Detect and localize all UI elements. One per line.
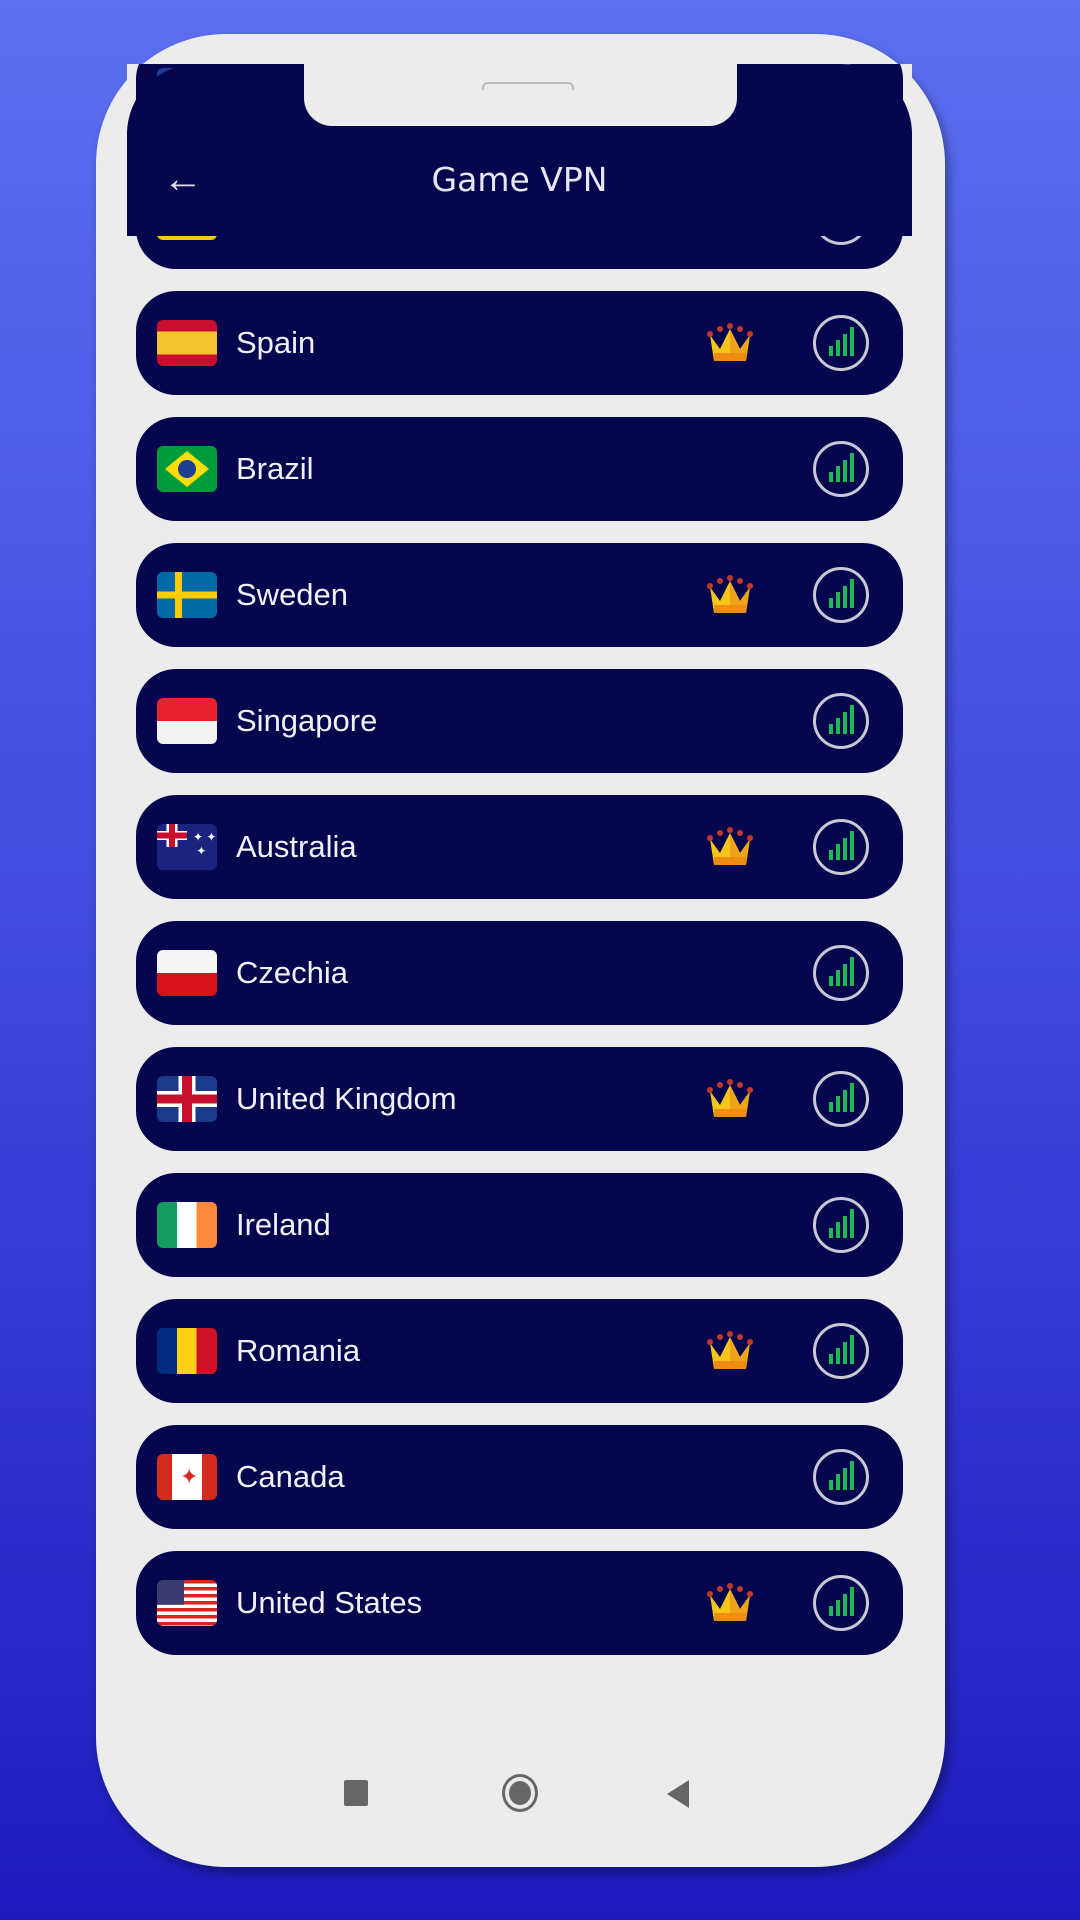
back-triangle-icon[interactable] (667, 1780, 689, 1808)
signal-strength-icon[interactable] (813, 945, 869, 1001)
server-name: Spain (236, 325, 316, 360)
server-name: Czechia (236, 955, 348, 990)
server-row-ro[interactable]: Romania (136, 1299, 903, 1403)
crown-premium-icon (707, 827, 753, 865)
signal-strength-icon[interactable] (813, 315, 869, 371)
server-name: Brazil (236, 451, 314, 486)
flag-se-icon (157, 572, 217, 618)
signal-strength-icon[interactable] (813, 441, 869, 497)
app-header: ← Game VPN (127, 64, 912, 236)
flag-cz-icon (157, 950, 217, 996)
crown-premium-icon (707, 575, 753, 613)
flag-es-icon (157, 320, 217, 366)
server-row-cz[interactable]: Czechia (136, 921, 903, 1025)
crown-premium-icon (707, 1583, 753, 1621)
recents-square-icon[interactable] (344, 1780, 368, 1806)
system-nav-bar (127, 1738, 912, 1838)
server-name: Sweden (236, 577, 349, 612)
flag-br-icon (157, 446, 217, 492)
server-name: Ireland (236, 1207, 331, 1242)
page-title: Game VPN (431, 160, 608, 199)
screen: France Ukraine Spain Brazil Sweden Singa… (127, 64, 912, 1738)
flag-ie-icon (157, 1202, 217, 1248)
server-name: United States (236, 1585, 423, 1620)
server-row-ie[interactable]: Ireland (136, 1173, 903, 1277)
signal-strength-icon[interactable] (813, 1575, 869, 1631)
flag-ca-icon: ✦ (157, 1454, 217, 1500)
server-name: Australia (236, 829, 357, 864)
server-row-ca[interactable]: ✦ Canada (136, 1425, 903, 1529)
server-row-br[interactable]: Brazil (136, 417, 903, 521)
signal-strength-icon[interactable] (813, 819, 869, 875)
server-row-au[interactable]: ✦ ✦ ✦ Australia (136, 795, 903, 899)
server-row-se[interactable]: Sweden (136, 543, 903, 647)
server-name: Canada (236, 1459, 345, 1494)
crown-premium-icon (707, 323, 753, 361)
flag-gb-icon (157, 1076, 217, 1122)
server-name: Singapore (236, 703, 378, 738)
signal-strength-icon[interactable] (813, 1449, 869, 1505)
flag-au-icon: ✦ ✦ ✦ (157, 824, 217, 870)
flag-us-icon (157, 1580, 217, 1626)
home-circle-icon[interactable] (502, 1774, 538, 1812)
server-row-sg[interactable]: Singapore (136, 669, 903, 773)
speaker (482, 82, 574, 90)
crown-premium-icon (707, 1079, 753, 1117)
signal-strength-icon[interactable] (813, 1071, 869, 1127)
crown-premium-icon (707, 1331, 753, 1369)
flag-ro-icon (157, 1328, 217, 1374)
signal-strength-icon[interactable] (813, 1197, 869, 1253)
server-name: United Kingdom (236, 1081, 457, 1116)
signal-strength-icon[interactable] (813, 567, 869, 623)
signal-strength-icon[interactable] (813, 1323, 869, 1379)
flag-sg-icon (157, 698, 217, 744)
notch (304, 64, 737, 126)
server-row-gb[interactable]: United Kingdom (136, 1047, 903, 1151)
signal-strength-icon[interactable] (813, 693, 869, 749)
server-row-es[interactable]: Spain (136, 291, 903, 395)
server-row-us[interactable]: United States (136, 1551, 903, 1655)
server-name: Romania (236, 1333, 361, 1368)
